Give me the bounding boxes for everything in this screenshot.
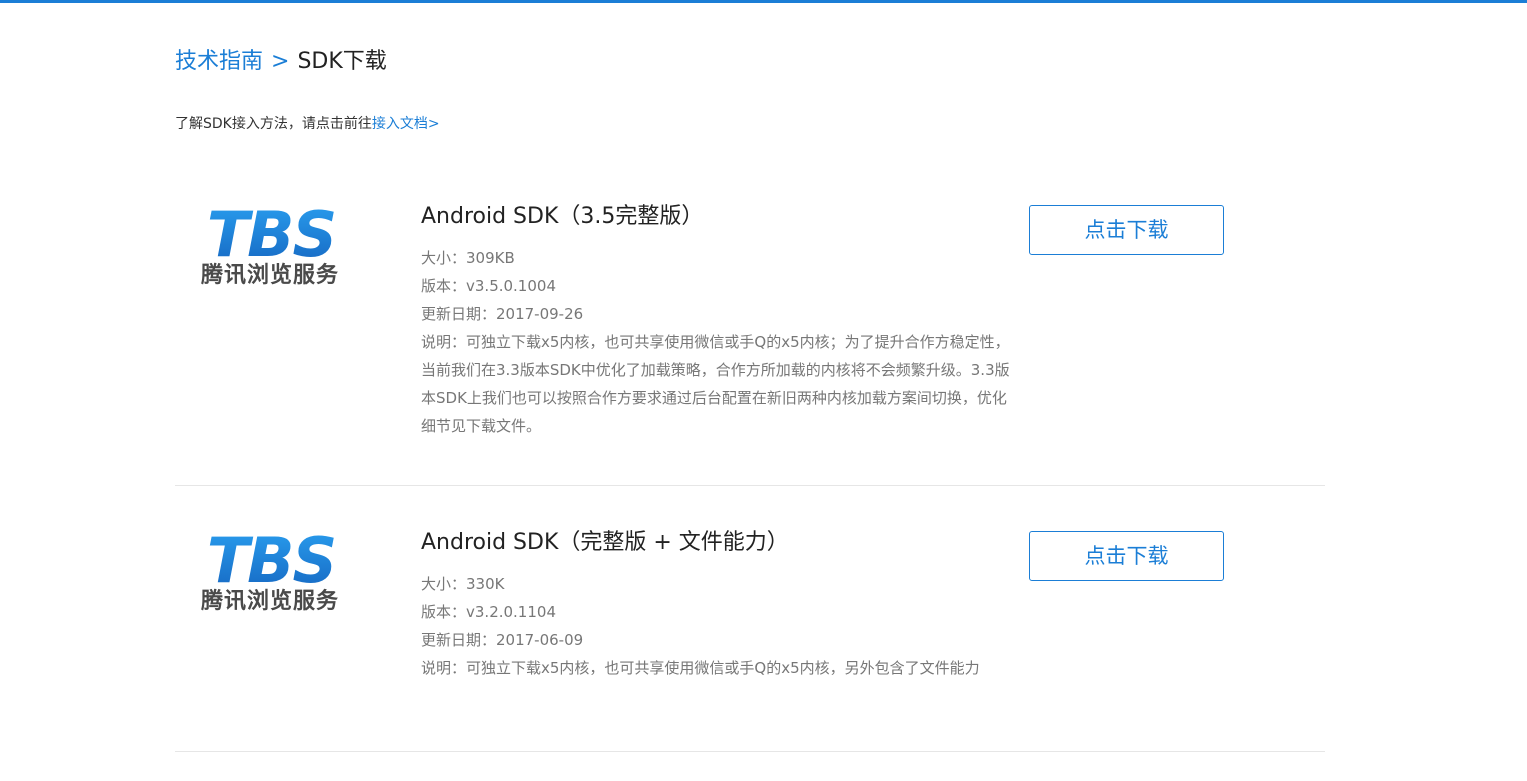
tbs-logo: TBS 腾讯浏览服务 [199, 204, 344, 294]
sdk-info: Android SDK（3.5完整版） 大小：309KB 版本：v3.5.0.1… [421, 202, 1021, 440]
breadcrumb: 技术指南 > SDK下载 [175, 47, 387, 77]
sdk-update-date: 更新日期：2017-06-09 [421, 631, 584, 649]
logo-caption: 腾讯浏览服务 [201, 589, 340, 614]
sdk-version: 版本：v3.2.0.1104 [421, 603, 556, 621]
breadcrumb-current-page: SDK下载 [297, 49, 387, 74]
top-accent-bar [0, 0, 1527, 3]
sdk-description: 说明：可独立下载x5内核，也可共享使用微信或手Q的x5内核，另外包含了文件能力 [421, 659, 980, 677]
sdk-item: TBS 腾讯浏览服务 Android SDK（3.5完整版） 大小：309KB … [175, 160, 1325, 486]
logo-mark-text: TBS [207, 204, 335, 262]
intro-text: 了解SDK接入方法，请点击前往接入文档> [175, 114, 440, 134]
sdk-description: 说明：可独立下载x5内核，也可共享使用微信或手Q的x5内核；为了提升合作方稳定性… [421, 333, 1010, 435]
sdk-update-date: 更新日期：2017-09-26 [421, 305, 584, 323]
sdk-info: Android SDK（完整版 + 文件能力） 大小：330K 版本：v3.2.… [421, 528, 1021, 682]
logo-mark-text: TBS [207, 530, 335, 588]
sdk-size: 大小：309KB [421, 249, 515, 267]
breadcrumb-link-tech-guide[interactable]: 技术指南 [175, 49, 263, 74]
tbs-logo-mark: TBS [207, 204, 337, 262]
sdk-size: 大小：330K [421, 575, 505, 593]
breadcrumb-separator: > [271, 49, 290, 74]
tbs-logo-mark: TBS [207, 530, 337, 588]
download-button[interactable]: 点击下载 [1029, 531, 1224, 581]
logo-caption: 腾讯浏览服务 [201, 263, 340, 288]
download-button[interactable]: 点击下载 [1029, 205, 1224, 255]
integration-doc-link[interactable]: 接入文档> [372, 116, 440, 132]
sdk-title: Android SDK（完整版 + 文件能力） [421, 530, 789, 555]
sdk-item: TBS 腾讯浏览服务 Android SDK（完整版 + 文件能力） 大小：33… [175, 486, 1325, 752]
sdk-version: 版本：v3.5.0.1004 [421, 277, 556, 295]
sdk-title: Android SDK（3.5完整版） [421, 204, 704, 229]
intro-message: 了解SDK接入方法，请点击前往 [175, 116, 372, 132]
tbs-logo: TBS 腾讯浏览服务 [199, 530, 344, 620]
